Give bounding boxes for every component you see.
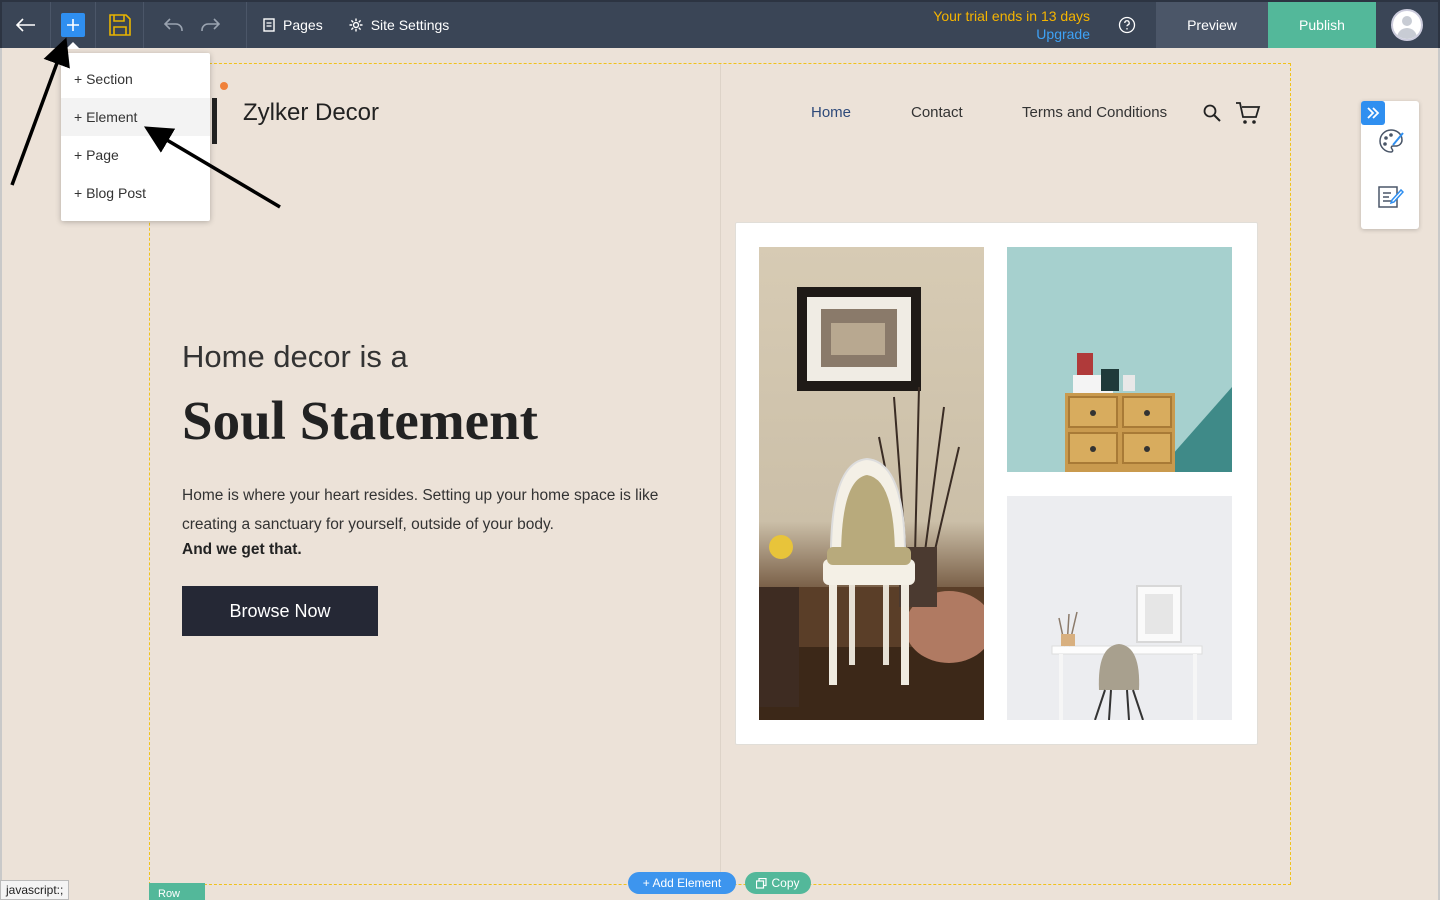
- upgrade-link[interactable]: Upgrade: [933, 25, 1090, 43]
- help-icon: [1118, 16, 1136, 34]
- copy-button[interactable]: Copy: [745, 872, 811, 894]
- menu-item-element[interactable]: + Element: [61, 98, 210, 136]
- pages-label: Pages: [283, 17, 323, 33]
- arrow-left-icon: [16, 18, 35, 32]
- help-button[interactable]: [1112, 2, 1142, 48]
- browse-now-button[interactable]: Browse Now: [182, 586, 378, 636]
- back-button[interactable]: [2, 2, 50, 48]
- desk-illustration: [1051, 585, 1203, 720]
- double-chevron-right-icon: [1367, 107, 1380, 119]
- menu-item-blog-post[interactable]: + Blog Post: [61, 174, 210, 212]
- redo-button[interactable]: [192, 2, 228, 48]
- plus-icon: [61, 13, 85, 37]
- chair-illustration: [759, 287, 984, 720]
- trial-text: Your trial ends in 13 days: [933, 8, 1090, 24]
- browse-now-label: Browse Now: [229, 600, 331, 621]
- hero-subtitle[interactable]: Home decor is a: [182, 339, 408, 375]
- preview-button[interactable]: Preview: [1156, 2, 1268, 48]
- row-tab[interactable]: Row: [149, 883, 205, 900]
- browser-status-bar: javascript:;: [0, 880, 70, 900]
- status-text: javascript:;: [6, 883, 64, 897]
- site-settings-button[interactable]: Site Settings: [339, 2, 460, 48]
- brand-logo[interactable]: [208, 80, 230, 146]
- undo-icon: [164, 18, 183, 31]
- column-divider: [720, 64, 721, 884]
- nav-contact[interactable]: Contact: [911, 104, 963, 121]
- arrow-to-add-button: [10, 37, 70, 186]
- frame-left-border: [0, 48, 2, 900]
- undo-button[interactable]: [156, 2, 192, 48]
- add-button[interactable]: [50, 2, 96, 49]
- publish-label: Publish: [1299, 17, 1345, 33]
- page-icon: [263, 18, 275, 32]
- edit-content-icon[interactable]: [1376, 182, 1404, 210]
- save-icon: [108, 14, 131, 36]
- preview-label: Preview: [1187, 17, 1237, 33]
- design-palette-icon[interactable]: [1376, 126, 1406, 156]
- menu-item-page[interactable]: + Page: [61, 136, 210, 174]
- copy-icon: [756, 877, 768, 889]
- copy-label: Copy: [771, 876, 800, 890]
- nav-terms[interactable]: Terms and Conditions: [1022, 104, 1167, 121]
- add-element-label: + Add Element: [642, 876, 722, 890]
- nav-home[interactable]: Home: [811, 104, 851, 121]
- search-icon[interactable]: [1202, 103, 1222, 123]
- user-avatar-button[interactable]: [1376, 2, 1438, 48]
- toolbar-separator: [246, 2, 247, 48]
- shelf-illustration: [1065, 353, 1232, 472]
- trial-notice: Your trial ends in 13 days Upgrade: [933, 7, 1090, 43]
- redo-icon: [201, 18, 220, 31]
- hero-title[interactable]: Soul Statement: [182, 389, 538, 452]
- hero-tagline[interactable]: And we get that.: [182, 541, 302, 559]
- editor-toolbar: Pages Site Settings Your trial ends in 1…: [0, 0, 1440, 49]
- menu-item-section[interactable]: + Section: [61, 60, 210, 98]
- pages-button[interactable]: Pages: [263, 2, 339, 48]
- add-dropdown-menu: + Section + Element + Page + Blog Post: [61, 53, 210, 221]
- dropdown-caret: [66, 42, 80, 49]
- avatar: [1391, 9, 1423, 41]
- image-gallery[interactable]: [735, 222, 1258, 745]
- site-settings-label: Site Settings: [370, 17, 450, 33]
- publish-button[interactable]: Publish: [1268, 2, 1376, 48]
- row-label: Row: [158, 888, 181, 900]
- shelf-photo[interactable]: [1007, 247, 1232, 472]
- desk-photo[interactable]: [1007, 496, 1232, 720]
- expand-panel-button[interactable]: [1361, 101, 1385, 125]
- chair-photo[interactable]: [759, 247, 984, 720]
- cart-icon[interactable]: [1235, 100, 1261, 126]
- save-button[interactable]: [96, 2, 144, 48]
- hero-paragraph[interactable]: Home is where your heart resides. Settin…: [182, 481, 702, 539]
- brand-name[interactable]: Zylker Decor: [243, 99, 379, 127]
- gear-icon: [349, 18, 363, 32]
- add-element-button[interactable]: + Add Element: [628, 872, 736, 894]
